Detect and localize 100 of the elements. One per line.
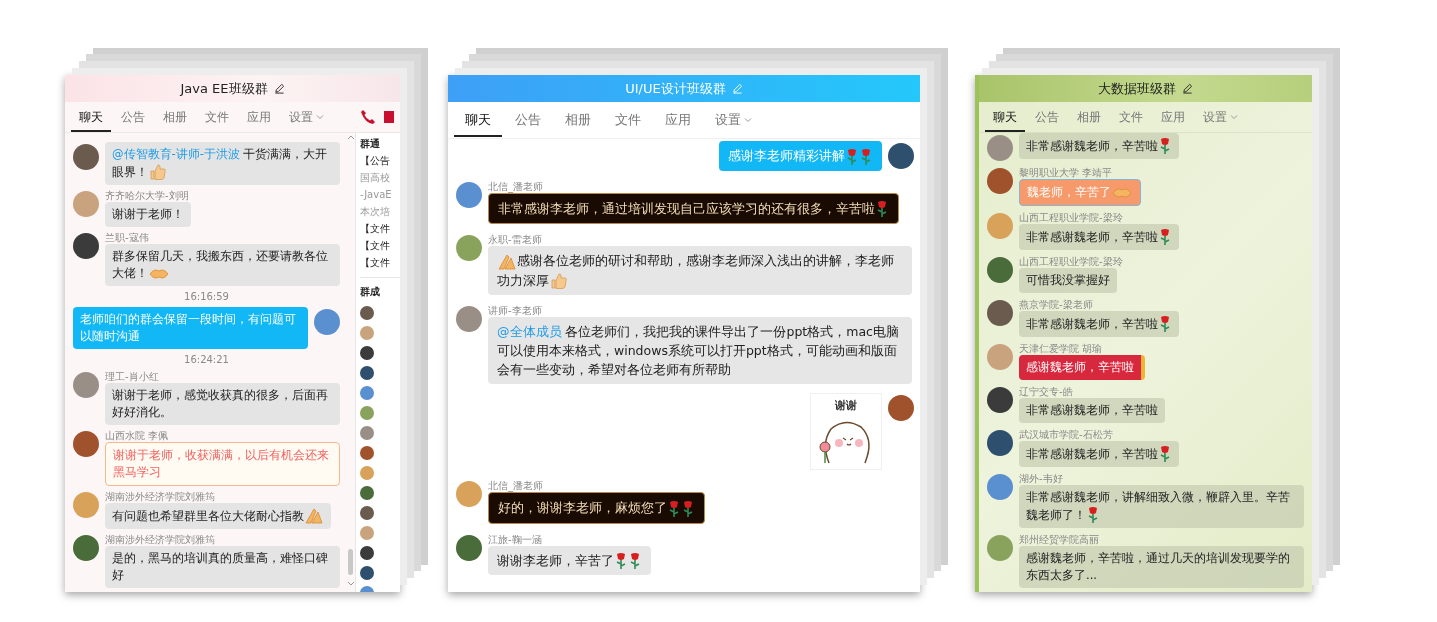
tab[interactable]: 聊天 bbox=[985, 102, 1025, 132]
window-title: UI/UE设计班级群 bbox=[625, 79, 726, 98]
tab[interactable]: 公告 bbox=[113, 102, 153, 132]
panel-text: 本次培 bbox=[360, 205, 391, 219]
avatar[interactable] bbox=[987, 168, 1013, 194]
sender-name: 山西工程职业学院-梁玲 bbox=[1019, 255, 1123, 268]
sender-name: 辽宁交专-皓 bbox=[1019, 385, 1073, 398]
message-text: 魏老师，辛苦了 bbox=[1019, 179, 1141, 206]
tab[interactable]: 设置 bbox=[281, 102, 332, 132]
window-title: 大数据班级群 bbox=[1098, 79, 1176, 98]
avatar[interactable] bbox=[73, 144, 99, 170]
member-avatar[interactable] bbox=[360, 566, 374, 580]
tab[interactable]: 相册 bbox=[155, 102, 195, 132]
avatar[interactable] bbox=[73, 431, 99, 457]
avatar[interactable] bbox=[888, 395, 914, 421]
scrollbar-thumb[interactable] bbox=[348, 549, 353, 575]
tab[interactable]: 聊天 bbox=[71, 102, 111, 132]
rose-icon bbox=[1087, 506, 1099, 524]
avatar[interactable] bbox=[888, 143, 914, 169]
sender-name: 山西工程职业学院-梁玲 bbox=[1019, 211, 1123, 224]
sender-name: 北信_潘老师 bbox=[488, 479, 543, 492]
message-text: 非常感谢魏老师，辛苦啦 bbox=[1019, 224, 1179, 250]
panel-text: 【文件 bbox=[360, 222, 391, 236]
message-text: 谢谢于老师！ bbox=[105, 202, 191, 227]
avatar[interactable] bbox=[987, 430, 1013, 456]
sender-name: 北信_潘老师 bbox=[488, 179, 543, 193]
thumbs-up-icon bbox=[149, 163, 167, 181]
avatar[interactable] bbox=[987, 257, 1013, 283]
sender-name: 山西水院 李佩 bbox=[105, 429, 169, 442]
member-avatar[interactable] bbox=[360, 366, 374, 380]
member-avatar[interactable] bbox=[360, 446, 374, 460]
mention-link[interactable]: @传智教育-讲师-于洪波 bbox=[112, 147, 240, 161]
member-avatar[interactable] bbox=[360, 546, 374, 560]
tab[interactable]: 相册 bbox=[1069, 102, 1109, 132]
message-text: 非常感谢魏老师，讲解细致入微，鞭辟入里。辛苦魏老师了！ bbox=[1019, 485, 1304, 528]
member-avatar[interactable] bbox=[360, 506, 374, 520]
window-title: Java EE班级群 bbox=[180, 79, 268, 98]
panel-text: 群通 bbox=[360, 137, 381, 151]
rose-icon bbox=[1159, 315, 1171, 333]
rose-icon bbox=[846, 147, 858, 166]
tab[interactable]: 文件 bbox=[604, 103, 652, 137]
sender-name: 黎明职业大学 李靖平 bbox=[1019, 166, 1113, 179]
member-avatar[interactable] bbox=[360, 486, 374, 500]
avatar[interactable] bbox=[73, 233, 99, 259]
sender-name: 燕京学院-梁老师 bbox=[1019, 298, 1093, 311]
tab[interactable]: 文件 bbox=[197, 102, 237, 132]
edit-icon[interactable] bbox=[1182, 83, 1193, 94]
message-text: 谢谢于老师，收获满满，以后有机会还来黑马学习 bbox=[105, 442, 340, 486]
tab[interactable]: 文件 bbox=[1111, 102, 1151, 132]
avatar[interactable] bbox=[73, 535, 99, 561]
member-avatar[interactable] bbox=[360, 306, 374, 320]
tab[interactable]: 公告 bbox=[1027, 102, 1067, 132]
message-text: 可惜我没掌握好 bbox=[1019, 268, 1117, 293]
sender-name: 永职-雷老师 bbox=[488, 233, 542, 246]
rose-icon bbox=[876, 200, 888, 218]
palms-icon bbox=[498, 252, 516, 271]
rose-icon bbox=[629, 552, 641, 570]
thumbs-up-icon bbox=[550, 272, 568, 290]
sender-name: 湖南涉外经济学院刘雅筠 bbox=[105, 490, 215, 503]
rose-icon bbox=[1159, 137, 1171, 155]
chevron-up-icon[interactable] bbox=[346, 135, 355, 140]
avatar[interactable] bbox=[987, 387, 1013, 413]
rose-icon bbox=[860, 147, 872, 166]
tab[interactable]: 应用 bbox=[1153, 102, 1193, 132]
rose-icon bbox=[615, 552, 627, 570]
sender-name: 江旅-鞠一涵 bbox=[488, 532, 542, 546]
message-text: 老师咱们的群会保留一段时间，有问题可以随时沟通 bbox=[73, 307, 308, 349]
sender-name: 武汉城市学院-石松芳 bbox=[1019, 428, 1113, 441]
tab[interactable]: 相册 bbox=[554, 103, 602, 137]
message-text: 是的，黑马的培训真的质量高，难怪口碑好 bbox=[105, 546, 340, 588]
message-text: 有问题也希望群里各位大佬耐心指教 bbox=[105, 503, 331, 529]
avatar[interactable] bbox=[456, 534, 482, 561]
phone-icon[interactable] bbox=[360, 109, 376, 125]
edit-icon[interactable] bbox=[273, 83, 285, 94]
member-avatar[interactable] bbox=[360, 346, 374, 360]
message-text: 非常感谢魏老师，辛苦啦 bbox=[1019, 133, 1179, 159]
message-text: @传智教育-讲师-于洪波 干货满满，大开眼界！ bbox=[105, 142, 340, 185]
sender-name: 湖外-韦好 bbox=[1019, 472, 1063, 485]
tile-icon[interactable] bbox=[384, 109, 394, 125]
palms-icon bbox=[305, 507, 323, 525]
rose-icon bbox=[682, 499, 694, 518]
tab[interactable]: 应用 bbox=[654, 103, 702, 137]
mention-link[interactable]: @全体成员 bbox=[497, 324, 562, 339]
tab[interactable]: 应用 bbox=[239, 102, 279, 132]
panel-text: 国高校 bbox=[360, 171, 391, 185]
tab[interactable]: 设置 bbox=[704, 103, 763, 137]
avatar[interactable] bbox=[987, 300, 1013, 326]
caret-icon bbox=[316, 114, 324, 120]
tab[interactable]: 公告 bbox=[504, 103, 552, 137]
message-text: 好的，谢谢李老师，麻烦您了 bbox=[488, 492, 705, 524]
rose-icon bbox=[1159, 228, 1171, 246]
tab[interactable]: 设置 bbox=[1195, 102, 1246, 132]
sender-name: 天津仁爱学院 胡瑜 bbox=[1019, 342, 1103, 355]
sender-name: 郑州经贸学院高丽 bbox=[1019, 533, 1099, 546]
sender-name: 兰职-寇伟 bbox=[105, 231, 149, 244]
caret-icon bbox=[744, 117, 752, 123]
chevron-down-icon[interactable] bbox=[346, 581, 355, 586]
tab[interactable]: 聊天 bbox=[454, 103, 502, 137]
rose-icon bbox=[1159, 445, 1171, 463]
message-text: 感谢魏老师，辛苦啦 bbox=[1019, 355, 1145, 380]
